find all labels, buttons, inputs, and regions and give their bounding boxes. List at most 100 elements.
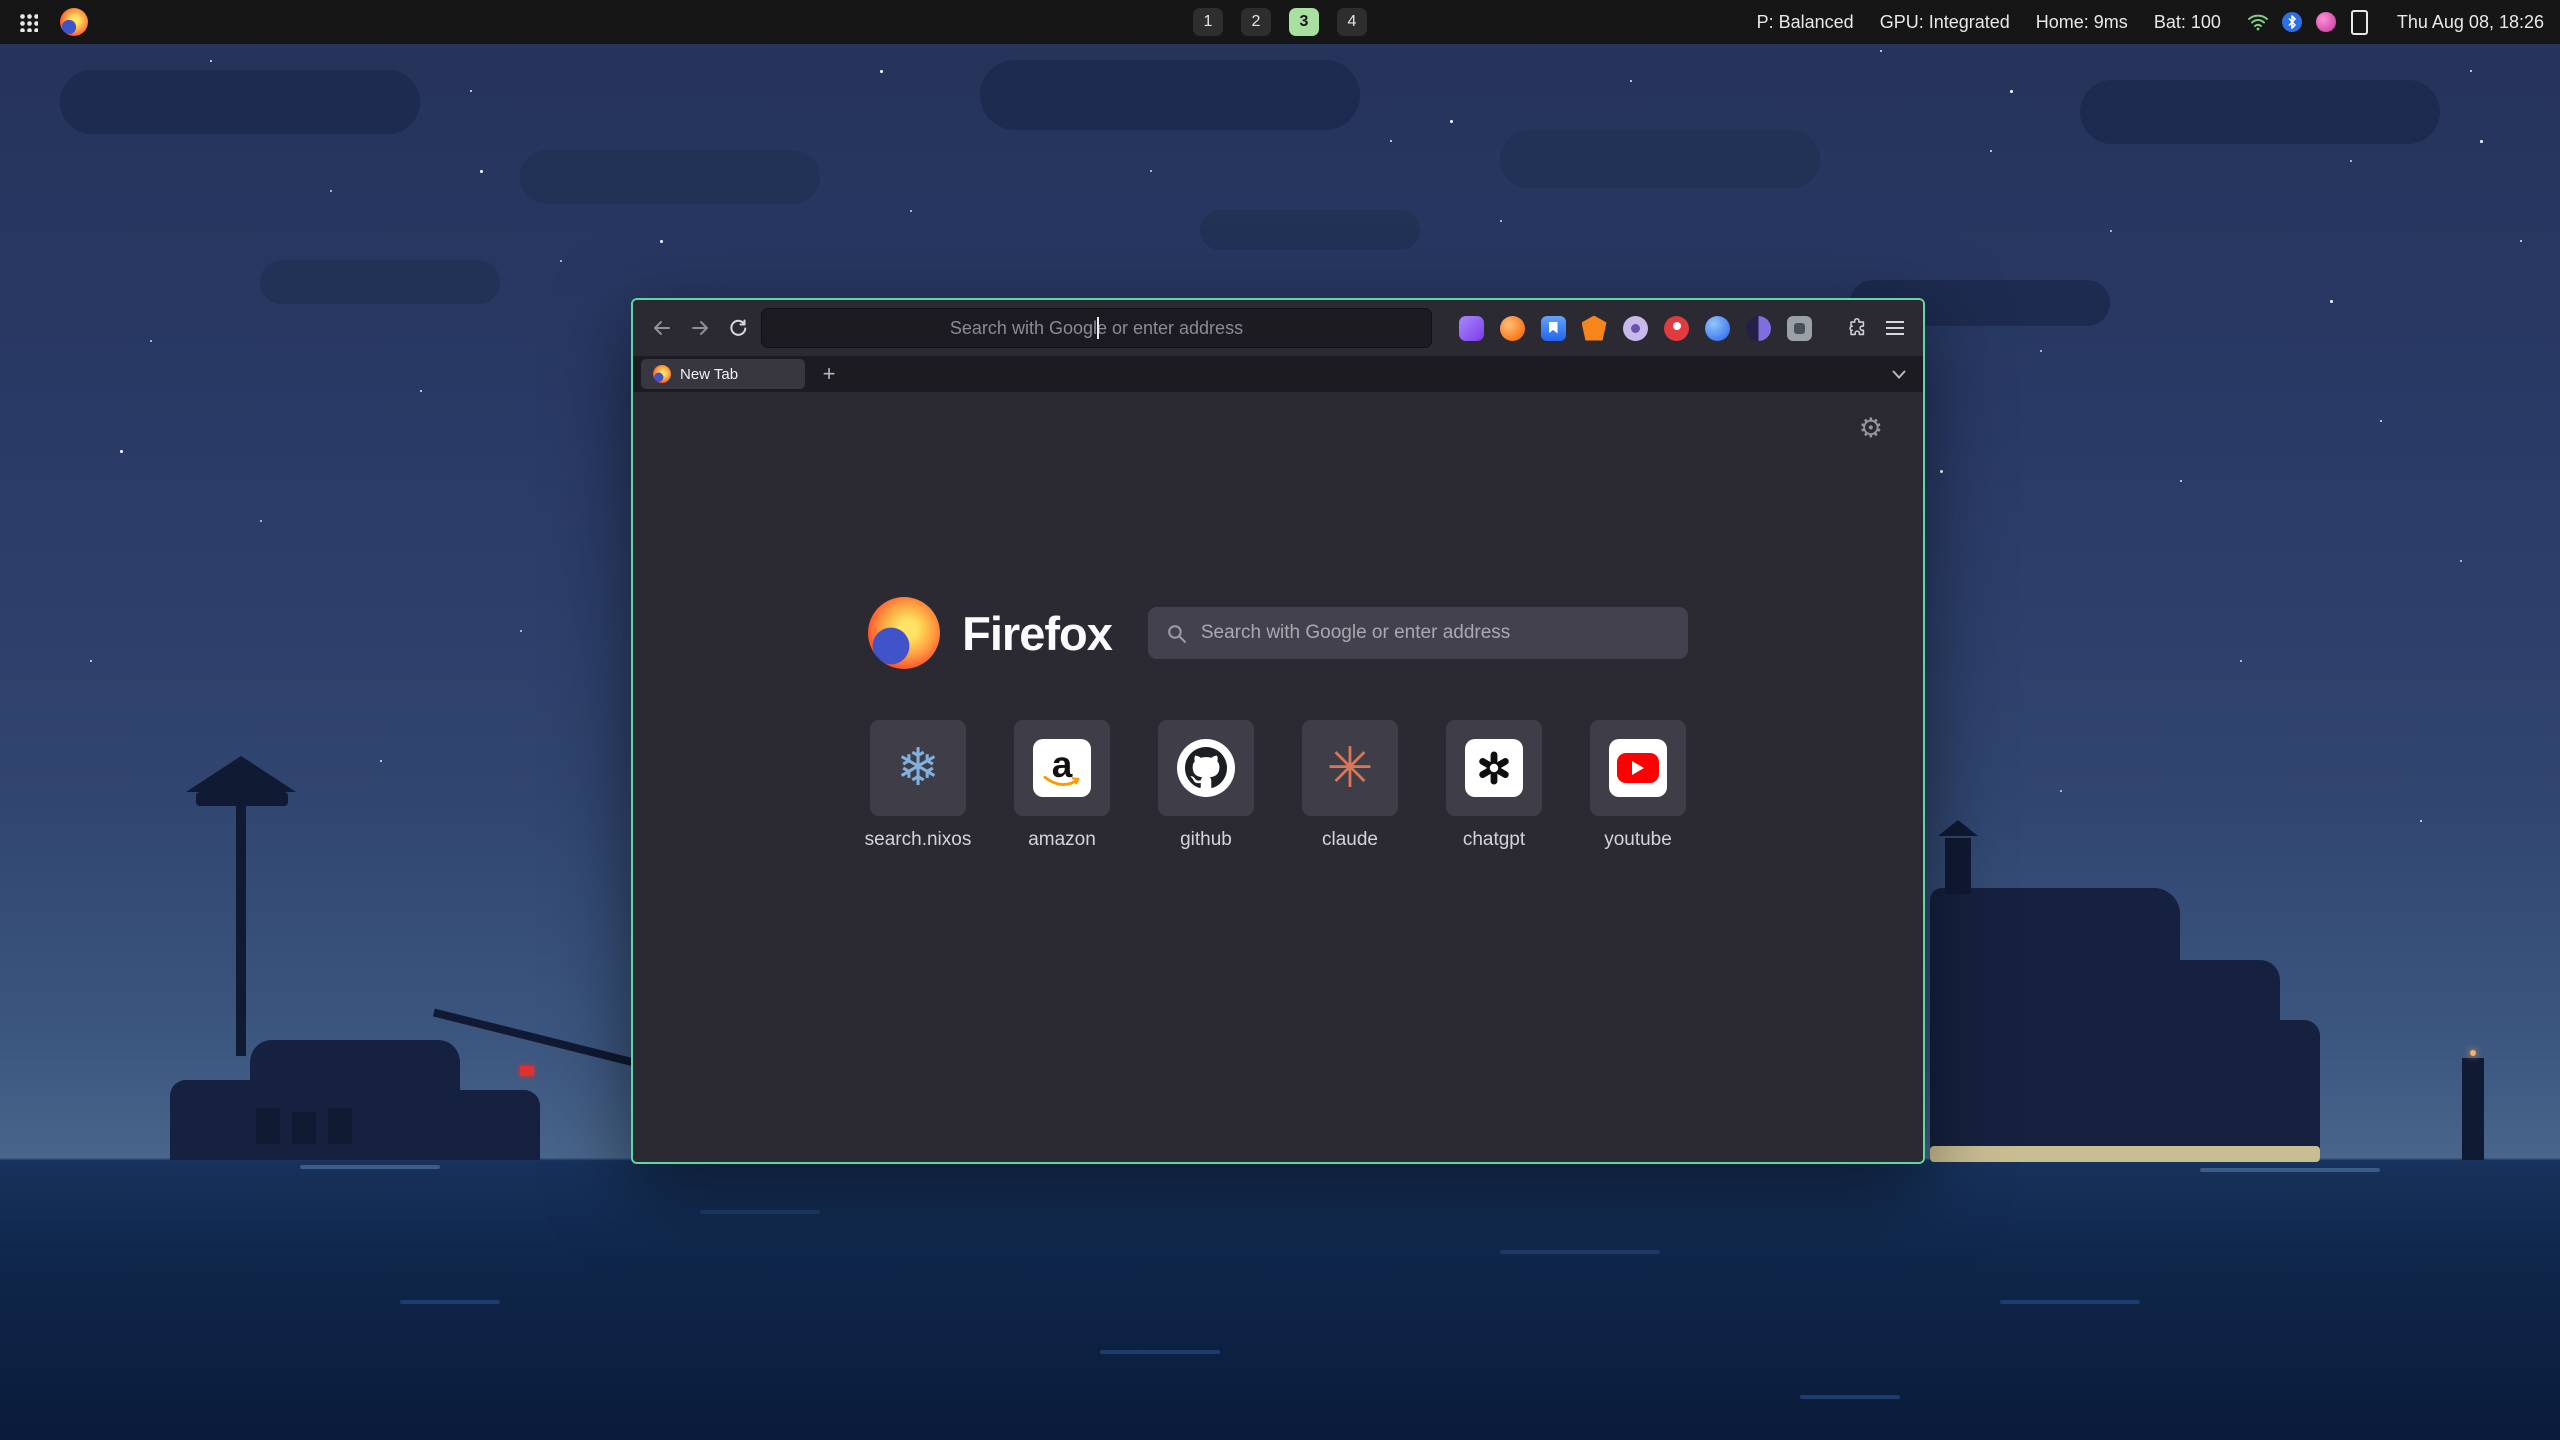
watchtower-pole [236,806,246,1056]
topbar-right: P: Balanced GPU: Integrated Home: 9ms Ba… [1757,11,2560,33]
extensions-row [1456,313,1814,343]
shortcut-label: youtube [1604,829,1672,851]
new-tab-page: ⚙ Firefox ❄ search.nixos [633,392,1923,1162]
hut [292,1112,316,1144]
workspace-button-1[interactable]: 1 [1193,8,1223,36]
extension-icon[interactable] [1784,313,1814,343]
menu-button[interactable] [1876,309,1914,347]
firefox-favicon [653,365,671,383]
reload-button[interactable] [719,309,757,347]
hamburger-icon [1886,327,1904,329]
amazon-icon: a [1033,739,1091,797]
desktop: 1 2 3 4 P: Balanced GPU: Integrated Home… [0,0,2560,1440]
personalize-gear-button[interactable]: ⚙ [1853,414,1889,443]
ripple [1500,1250,1660,1254]
extension-badge [1705,316,1730,341]
url-bar[interactable] [761,308,1432,348]
octocat-icon [1185,747,1227,789]
tab-bar: New Tab + [633,356,1923,392]
color-profile-icon[interactable] [2315,11,2337,33]
workspace-button-4[interactable]: 4 [1337,8,1367,36]
gpu-status: GPU: Integrated [1880,12,2010,33]
chevron-down-icon [1892,370,1906,379]
forward-button[interactable] [681,309,719,347]
new-tab-button[interactable]: + [815,360,843,388]
ripple [300,1165,440,1169]
newtab-search-input[interactable] [1199,621,1670,645]
amazon-smile-icon [1043,774,1081,788]
ripple [2000,1300,2140,1304]
extension-icon[interactable] [1620,313,1650,343]
bluetooth-badge [2282,12,2302,32]
bluetooth-icon[interactable] [2281,11,2303,33]
cloud [520,150,820,204]
shortcut-label: claude [1322,829,1378,851]
shortcut-amazon[interactable]: a amazon [1014,720,1110,851]
neon-sign [520,1066,534,1076]
extension-icon[interactable] [1579,313,1609,343]
app-launcher-button[interactable] [14,8,42,36]
battery-status: Bat: 100 [2154,12,2221,33]
openai-knot-icon [1474,748,1514,788]
shortcut-label: search.nixos [865,829,972,851]
clock: Thu Aug 08, 18:26 [2397,12,2544,33]
chatgpt-tile [1446,720,1542,816]
extension-icon[interactable] [1538,313,1568,343]
beach [1930,1146,2320,1162]
tab-new-tab[interactable]: New Tab [641,359,805,389]
hut [256,1108,280,1144]
newtab-hero: Firefox [633,597,1923,669]
shortcut-search-nixos[interactable]: ❄ search.nixos [870,720,966,851]
extension-icon[interactable] [1743,313,1773,343]
phone-outline [2351,10,2368,35]
extension-badge [1746,316,1771,341]
ripple [400,1300,500,1304]
wifi-icon[interactable] [2247,11,2269,33]
phone-icon[interactable] [2349,11,2371,33]
shortcut-label: amazon [1028,829,1096,851]
firefox-launcher-button[interactable] [56,4,92,40]
lighthouse-light [2470,1050,2476,1056]
newtab-search[interactable] [1148,607,1688,659]
cloud [1500,130,1820,188]
tab-list-chevron-button[interactable] [1885,360,1913,388]
play-icon [1631,760,1645,776]
amazon-tile: a [1014,720,1110,816]
extension-icon[interactable] [1456,313,1486,343]
workspace-button-2[interactable]: 2 [1241,8,1271,36]
hut [328,1108,352,1144]
extension-icon[interactable] [1497,313,1527,343]
extension-icon[interactable] [1702,313,1732,343]
power-profile-status: P: Balanced [1757,12,1854,33]
shortcut-github[interactable]: github [1158,720,1254,851]
workspace-button-3-active[interactable]: 3 [1289,8,1319,36]
workspace-switcher: 1 2 3 4 [1193,0,1367,44]
extension-icon[interactable] [1661,313,1691,343]
cloud [2080,80,2440,144]
puzzle-icon [1846,317,1868,339]
firefox-wordmark: Firefox [962,606,1112,661]
extension-badge [1582,316,1607,341]
apps-grid-icon [18,12,38,32]
lighthouse [2462,1058,2484,1160]
nixos-tile: ❄ [870,720,966,816]
ripple [1800,1395,1900,1399]
extensions-puzzle-button[interactable] [1838,309,1876,347]
back-button[interactable] [643,309,681,347]
shortcuts-row: ❄ search.nixos a amazon [633,720,1923,851]
firefox-logo [868,597,940,669]
shortcut-chatgpt[interactable]: chatgpt [1446,720,1542,851]
shortcut-claude[interactable]: ✳ claude [1302,720,1398,851]
cloud [260,260,500,304]
cliff-tower [1945,838,1971,894]
topbar-left [0,4,92,40]
island-left [400,1090,540,1160]
extension-badge [1787,316,1812,341]
nixos-snowflake-icon: ❄ [896,742,940,794]
ripple [2200,1168,2380,1172]
cloud [1200,210,1420,250]
shortcut-youtube[interactable]: youtube [1590,720,1686,851]
cloud [60,70,420,134]
github-icon [1177,739,1235,797]
shortcut-label: chatgpt [1463,829,1525,851]
